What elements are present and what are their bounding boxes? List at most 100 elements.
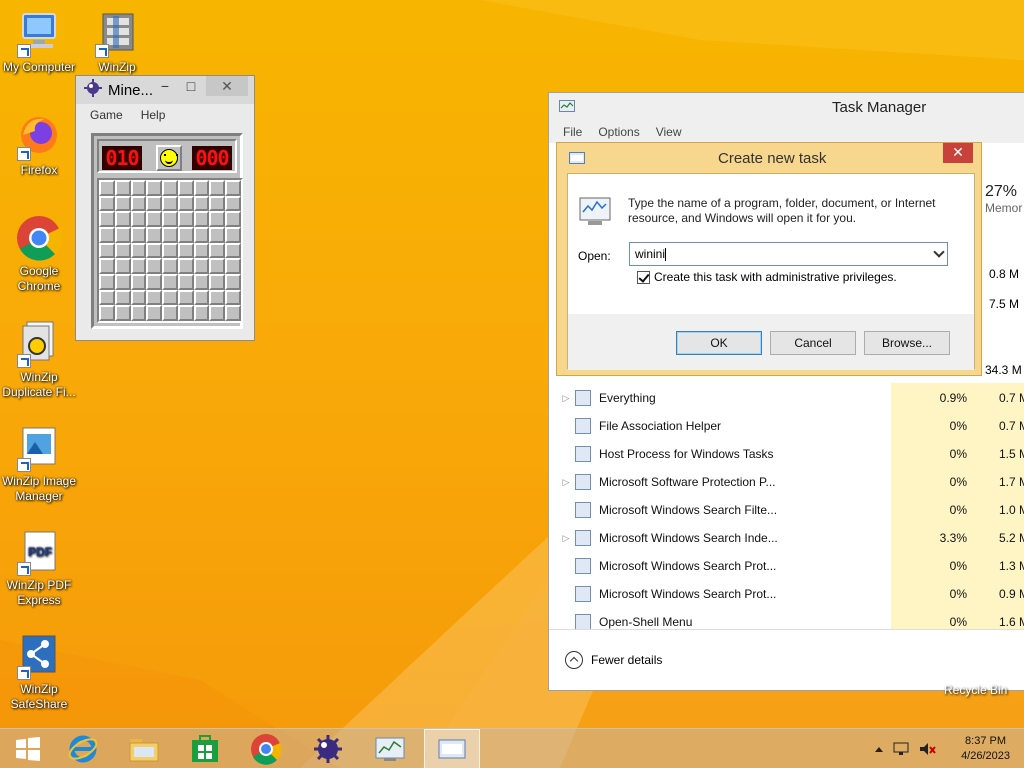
chevron-up-icon[interactable] (565, 651, 583, 669)
menu-game[interactable]: Game (90, 108, 123, 122)
desktop-icon-my-computer[interactable]: My Computer (0, 10, 78, 75)
desktop-icon-google-chrome[interactable]: Google Chrome (0, 214, 78, 294)
mine-cell[interactable] (99, 180, 115, 196)
process-row[interactable]: ▷ Microsoft Software Protection P... 0% 1.7… (557, 468, 1024, 496)
mine-cell[interactable] (177, 258, 194, 274)
mine-cell[interactable] (162, 242, 178, 259)
maximize-button[interactable]: □ (178, 76, 204, 98)
mine-cell[interactable] (209, 274, 226, 290)
mine-cell[interactable] (162, 180, 178, 196)
mine-cell[interactable] (99, 227, 115, 243)
minimize-button[interactable]: − (152, 76, 178, 98)
mine-cell[interactable] (225, 289, 241, 306)
mine-cell[interactable] (130, 258, 147, 274)
menu-help[interactable]: Help (141, 108, 166, 122)
menu-options[interactable]: Options (598, 125, 639, 139)
mine-cell[interactable] (146, 242, 163, 259)
open-input[interactable]: winini (629, 242, 948, 266)
fewer-details-link[interactable]: Fewer details (591, 653, 662, 667)
mine-cell[interactable] (177, 274, 194, 290)
mine-cell[interactable] (177, 211, 194, 227)
taskbar-task-manager[interactable] (362, 729, 418, 768)
mine-cell[interactable] (193, 227, 210, 243)
mine-cell[interactable] (177, 180, 194, 196)
taskbar-file-explorer[interactable] (116, 729, 172, 768)
mine-cell[interactable] (177, 227, 194, 243)
mine-cell[interactable] (162, 305, 178, 321)
create-new-task-dialog[interactable]: Create new task ✕ Type the name of a pro… (556, 142, 982, 376)
mine-cell[interactable] (99, 211, 115, 227)
mine-cell[interactable] (114, 258, 131, 274)
taskbar-create-new-task[interactable] (424, 729, 480, 768)
clock[interactable]: 8:37 PM 4/26/2023 (961, 734, 1010, 764)
mine-cell[interactable] (225, 227, 241, 243)
mine-cell[interactable] (114, 195, 131, 212)
mine-cell[interactable] (99, 274, 115, 290)
process-row[interactable]: ▷ Everything 0.9% 0.7 M (557, 384, 1024, 412)
mine-cell[interactable] (146, 289, 163, 306)
mine-cell[interactable] (114, 211, 131, 227)
mine-cell[interactable] (177, 289, 194, 306)
mine-cell[interactable] (162, 258, 178, 274)
mine-cell[interactable] (114, 305, 131, 321)
ok-button[interactable]: OK (676, 331, 762, 355)
desktop-icon-winzip-pdf-express[interactable]: PDF WinZip PDF Express (0, 528, 78, 608)
dialog-close-button[interactable]: ✕ (943, 143, 973, 163)
mine-cell[interactable] (209, 195, 226, 212)
taskbar-store[interactable] (177, 729, 233, 768)
mine-cell[interactable] (225, 211, 241, 227)
mine-cell[interactable] (225, 305, 241, 321)
mine-cell[interactable] (99, 195, 115, 212)
start-button[interactable] (0, 729, 56, 768)
mine-cell[interactable] (177, 305, 194, 321)
mine-cell[interactable] (193, 195, 210, 212)
show-hidden-icons-icon[interactable] (875, 746, 883, 752)
mine-cell[interactable] (99, 258, 115, 274)
menu-file[interactable]: File (563, 125, 582, 139)
mine-cell[interactable] (146, 258, 163, 274)
mine-cell[interactable] (225, 274, 241, 290)
process-row[interactable]: Microsoft Windows Search Filte... 0% 1.0 M (557, 496, 1024, 524)
smiley-reset-button[interactable] (156, 145, 182, 171)
mine-cell[interactable] (193, 274, 210, 290)
mine-cell[interactable] (162, 211, 178, 227)
process-row[interactable]: Host Process for Windows Tasks 0% 1.5 M (557, 440, 1024, 468)
mine-cell[interactable] (114, 274, 131, 290)
expand-chevron-icon[interactable]: ▷ (557, 393, 575, 404)
taskbar-minesweeper[interactable] (300, 729, 356, 768)
network-icon[interactable] (893, 742, 909, 756)
mine-cell[interactable] (130, 305, 147, 321)
mine-cell[interactable] (225, 195, 241, 212)
mine-cell[interactable] (209, 242, 226, 259)
mine-cell[interactable] (130, 274, 147, 290)
mine-cell[interactable] (114, 180, 131, 196)
mine-field[interactable] (97, 178, 243, 323)
checkbox-checked-icon[interactable] (637, 270, 650, 284)
expand-chevron-icon[interactable]: ▷ (557, 477, 575, 488)
chevron-down-icon[interactable] (933, 246, 945, 258)
mine-cell[interactable] (193, 242, 210, 259)
mine-cell[interactable] (114, 242, 131, 259)
mine-cell[interactable] (209, 258, 226, 274)
process-row[interactable]: File Association Helper 0% 0.7 M (557, 412, 1024, 440)
mine-cell[interactable] (225, 242, 241, 259)
mine-cell[interactable] (162, 195, 178, 212)
close-button[interactable]: ✕ (206, 76, 248, 96)
recycle-bin-label[interactable]: Recycle Bin (944, 683, 1007, 697)
process-row[interactable]: ▷ Microsoft Windows Search Inde... 3.3% 5.2… (557, 524, 1024, 552)
mine-cell[interactable] (193, 289, 210, 306)
desktop-icon-winzip-image-manager[interactable]: WinZip Image Manager (0, 424, 78, 504)
volume-muted-icon[interactable] (919, 742, 937, 756)
mine-cell[interactable] (162, 227, 178, 243)
menu-view[interactable]: View (656, 125, 682, 139)
admin-privileges-checkbox[interactable]: Create this task with administrative pri… (637, 270, 897, 284)
mine-cell[interactable] (130, 289, 147, 306)
expand-chevron-icon[interactable]: ▷ (557, 533, 575, 544)
mine-cell[interactable] (209, 180, 226, 196)
minesweeper-window[interactable]: Mine... − □ ✕ Game Help 010 000 (75, 75, 255, 341)
mine-cell[interactable] (130, 242, 147, 259)
mine-cell[interactable] (114, 289, 131, 306)
dialog-titlebar[interactable]: Create new task ✕ (557, 143, 981, 171)
mine-cell[interactable] (177, 195, 194, 212)
process-row[interactable]: Microsoft Windows Search Prot... 0% 1.3 M (557, 552, 1024, 580)
